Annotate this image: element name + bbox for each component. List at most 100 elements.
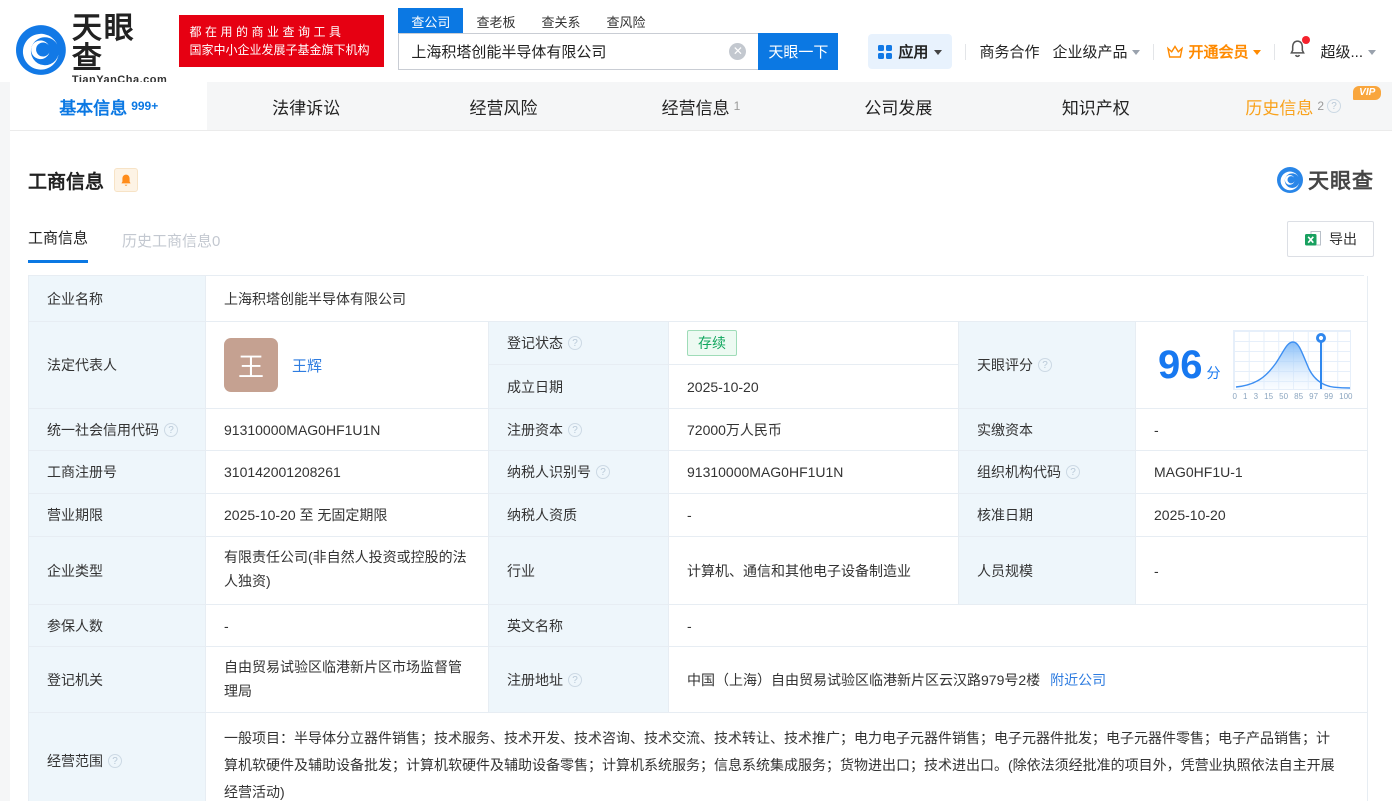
tab-operating-risk[interactable]: 经营风险 bbox=[405, 82, 602, 130]
menu-enterprise-label: 企业级产品 bbox=[1052, 41, 1127, 62]
field-label: 天眼评分 ? bbox=[959, 322, 1136, 409]
tab-label: 经营信息 bbox=[662, 94, 730, 119]
apps-menu[interactable]: 应用 bbox=[868, 34, 952, 69]
tab-company-development[interactable]: 公司发展 bbox=[800, 82, 997, 130]
field-label-text: 纳税人识别号 bbox=[507, 462, 591, 482]
help-question-icon[interactable]: ? bbox=[1327, 99, 1341, 113]
divider bbox=[1274, 44, 1275, 60]
menu-enterprise-products[interactable]: 企业级产品 bbox=[1052, 41, 1140, 62]
tab-label: 历史信息 bbox=[1245, 94, 1313, 119]
subtab-business-info[interactable]: 工商信息 bbox=[28, 227, 88, 263]
apps-grid-icon bbox=[878, 45, 892, 59]
search-tab-company[interactable]: 查公司 bbox=[398, 8, 463, 33]
field-label: 登记状态 ? bbox=[489, 322, 669, 365]
search-input[interactable] bbox=[398, 33, 758, 70]
nearby-companies-link[interactable]: 附近公司 bbox=[1050, 670, 1106, 690]
business-term-value: 2025-10-20 至 无固定期限 bbox=[206, 494, 489, 537]
help-question-icon[interactable]: ? bbox=[1066, 465, 1080, 479]
company-tabbar: 基本信息 999+ 法律诉讼 经营风险 经营信息 1 公司发展 知识产权 VIP… bbox=[10, 82, 1392, 131]
watermark-logo-icon bbox=[1277, 167, 1303, 193]
promo-banner: 都在用的商业查询工具 国家中小企业发展子基金旗下机构 bbox=[179, 15, 384, 67]
help-question-icon[interactable]: ? bbox=[568, 673, 582, 687]
company-name-value: 上海积塔创能半导体有限公司 bbox=[206, 276, 1368, 322]
menu-vip-label: 开通会员 bbox=[1188, 41, 1248, 62]
help-question-icon[interactable]: ? bbox=[1038, 358, 1052, 372]
page-left-gutter bbox=[0, 82, 10, 801]
paid-capital-value: - bbox=[1136, 409, 1368, 451]
tab-label: 经营风险 bbox=[470, 94, 538, 119]
export-button[interactable]: 导出 bbox=[1287, 221, 1374, 257]
field-label: 纳税人识别号 ? bbox=[489, 451, 669, 494]
tab-operating-info[interactable]: 经营信息 1 bbox=[602, 82, 799, 130]
taxpayer-quality-value: - bbox=[669, 494, 959, 537]
help-question-icon[interactable]: ? bbox=[568, 336, 582, 350]
section-title: 工商信息 bbox=[28, 167, 104, 194]
tab-intellectual-property[interactable]: 知识产权 bbox=[997, 82, 1194, 130]
reg-capital-value: 72000万人民币 bbox=[669, 409, 959, 451]
tab-basic-info[interactable]: 基本信息 999+ bbox=[10, 82, 207, 130]
field-label: 实缴资本 bbox=[959, 409, 1136, 451]
notification-dot bbox=[1302, 36, 1310, 44]
score-value: 96 bbox=[1158, 345, 1203, 385]
help-question-icon[interactable]: ? bbox=[164, 423, 178, 437]
business-scope-value: 一般项目：半导体分立器件销售；技术服务、技术开发、技术咨询、技术交流、技术转让、… bbox=[206, 713, 1368, 801]
insured-count-value: - bbox=[206, 605, 489, 647]
tab-count: 2 bbox=[1317, 99, 1324, 113]
tab-legal-proceedings[interactable]: 法律诉讼 bbox=[207, 82, 404, 130]
menu-open-vip[interactable]: 开通会员 bbox=[1167, 41, 1261, 62]
field-label: 纳税人资质 bbox=[489, 494, 669, 537]
org-code-value: MAG0HF1U-1 bbox=[1136, 451, 1368, 494]
help-question-icon[interactable]: ? bbox=[596, 465, 610, 479]
field-label-text: 天眼评分 bbox=[977, 355, 1033, 375]
legal-rep-link[interactable]: 王辉 bbox=[292, 355, 322, 376]
field-label: 法定代表人 bbox=[29, 322, 206, 409]
field-label: 核准日期 bbox=[959, 494, 1136, 537]
subtab-history-business-info[interactable]: 历史工商信息0 bbox=[122, 230, 220, 263]
field-label-text: 登记状态 bbox=[507, 333, 563, 353]
search-tab-relation[interactable]: 查关系 bbox=[528, 8, 593, 33]
search-tab-risk[interactable]: 查风险 bbox=[593, 8, 658, 33]
promo-line1: 都在用的商业查询工具 bbox=[189, 23, 374, 41]
field-label: 企业名称 bbox=[29, 276, 206, 322]
search-block: 查公司 查老板 查关系 查风险 ✕ 天眼一下 bbox=[398, 8, 838, 70]
top-header: 天眼查 TianYanCha.com 都在用的商业查询工具 国家中小企业发展子基… bbox=[0, 0, 1392, 82]
field-label: 注册资本 ? bbox=[489, 409, 669, 451]
field-label-text: 注册地址 bbox=[507, 670, 563, 690]
search-button[interactable]: 天眼一下 bbox=[758, 33, 838, 70]
menu-business-cooperation[interactable]: 商务合作 bbox=[979, 41, 1039, 62]
field-label-text: 注册资本 bbox=[507, 420, 563, 440]
establish-date-value: 2025-10-20 bbox=[669, 365, 959, 409]
field-label: 登记机关 bbox=[29, 647, 206, 713]
staff-size-value: - bbox=[1136, 537, 1368, 605]
tyc-score-cell[interactable]: 96 分 bbox=[1136, 322, 1368, 409]
business-info-table: 企业名称 上海积塔创能半导体有限公司 法定代表人 王 王辉 登记状态 ? 存续 … bbox=[28, 275, 1364, 801]
field-label: 成立日期 bbox=[489, 365, 669, 409]
reg-address-cell: 中国（上海）自由贸易试验区临港新片区云汉路979号2楼 附近公司 bbox=[669, 647, 1368, 713]
notification-bell-icon[interactable] bbox=[1288, 39, 1307, 64]
excel-file-icon bbox=[1304, 230, 1322, 248]
field-label: 营业期限 bbox=[29, 494, 206, 537]
reg-status-cell: 存续 bbox=[669, 322, 959, 365]
avatar[interactable]: 王 bbox=[224, 338, 278, 392]
tianyancha-logo-icon bbox=[16, 25, 66, 75]
field-label-text: 组织机构代码 bbox=[977, 462, 1061, 482]
menu-super-label: 超级... bbox=[1320, 41, 1363, 62]
search-tab-boss[interactable]: 查老板 bbox=[463, 8, 528, 33]
tab-label: 公司发展 bbox=[864, 94, 932, 119]
top-menu: 应用 商务合作 企业级产品 开通会员 超级... bbox=[868, 34, 1376, 69]
vip-crown-icon bbox=[1167, 45, 1183, 59]
reg-number-value: 310142001208261 bbox=[206, 451, 489, 494]
score-unit: 分 bbox=[1207, 363, 1221, 383]
help-question-icon[interactable]: ? bbox=[108, 754, 122, 768]
tab-history-info[interactable]: VIP 历史信息 2 ? bbox=[1195, 82, 1392, 130]
chevron-down-icon bbox=[1132, 50, 1140, 55]
field-label: 行业 bbox=[489, 537, 669, 605]
tab-label: 基本信息 bbox=[59, 94, 127, 119]
help-question-icon[interactable]: ? bbox=[568, 423, 582, 437]
field-label: 英文名称 bbox=[489, 605, 669, 647]
field-label-text: 经营范围 bbox=[47, 751, 103, 771]
tianyancha-logo[interactable]: 天眼查 TianYanCha.com bbox=[16, 14, 167, 86]
monitor-bell-icon[interactable] bbox=[114, 168, 138, 192]
field-label: 经营范围 ? bbox=[29, 713, 206, 801]
menu-super-vip[interactable]: 超级... bbox=[1320, 41, 1376, 62]
